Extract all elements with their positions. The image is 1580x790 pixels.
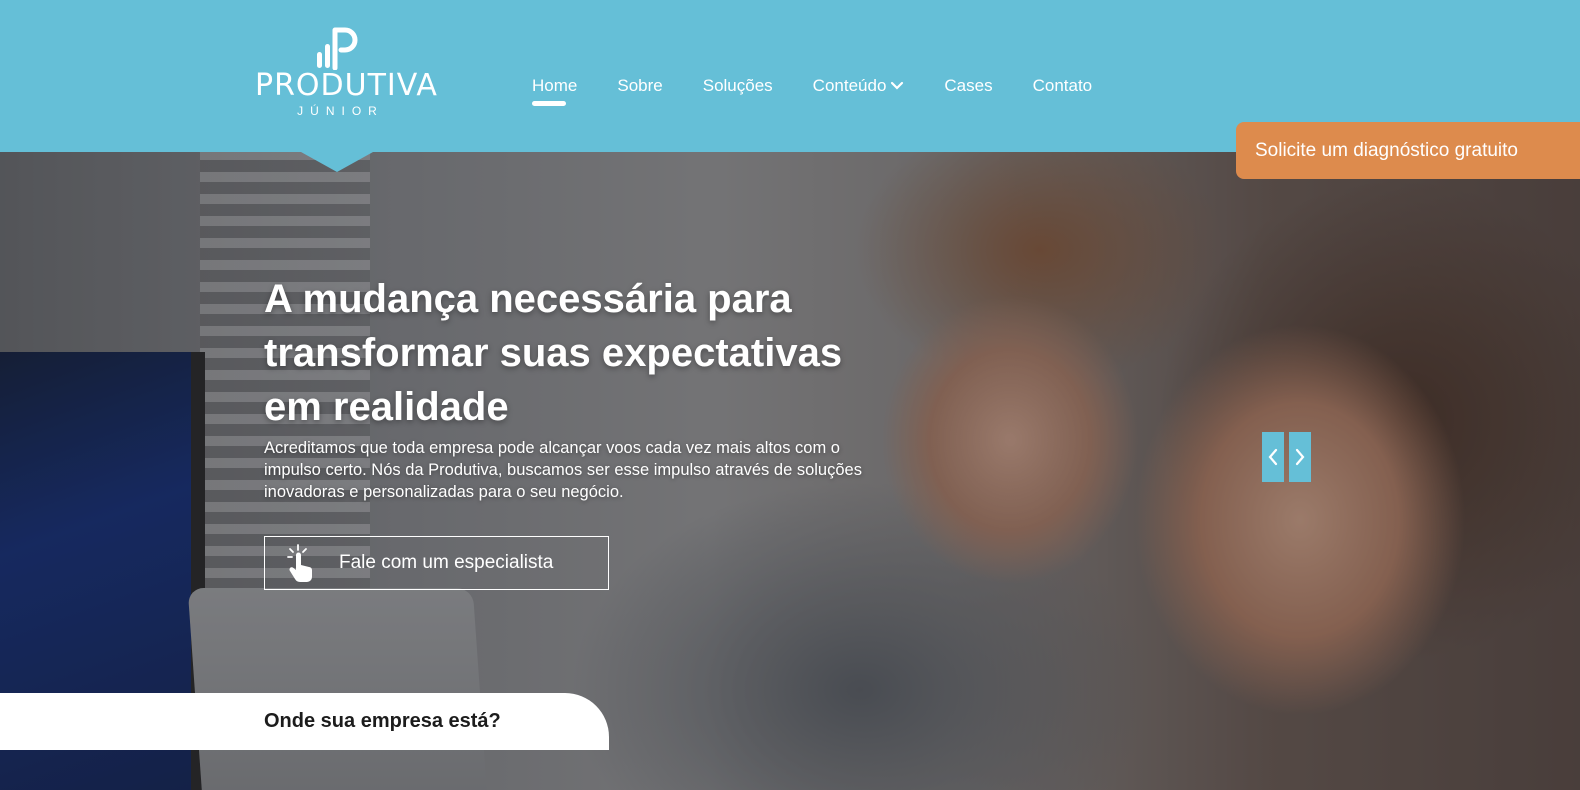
- logo-notch: [301, 152, 373, 172]
- talk-to-specialist-label: Fale com um especialista: [339, 552, 554, 573]
- logo-name: PRODUTIVA: [255, 68, 438, 103]
- slider-prev-button[interactable]: [1262, 432, 1284, 482]
- hero-title: A mudança necessária para transformar su…: [264, 277, 843, 429]
- nav-contato[interactable]: Contato: [1033, 74, 1093, 98]
- nav-sobre[interactable]: Sobre: [617, 74, 662, 98]
- main-nav: Home Sobre Soluções Conteúdo Cases Conta…: [532, 74, 1132, 106]
- talk-to-specialist-button[interactable]: Fale com um especialista: [264, 536, 609, 590]
- logo-mark-icon: [316, 27, 357, 70]
- nav-conteudo-label: Conteúdo: [812, 76, 887, 95]
- logo-subtitle: JÚNIOR: [297, 104, 384, 118]
- nav-conteudo[interactable]: Conteúdo: [813, 74, 905, 98]
- nav-solucoes[interactable]: Soluções: [703, 74, 773, 98]
- hand-pointer-icon: [265, 543, 339, 583]
- where-is-your-company-label: Onde sua empresa está?: [264, 710, 501, 732]
- hero-description: Acreditamos que toda empresa pode alcanç…: [264, 439, 862, 501]
- nav-cases[interactable]: Cases: [944, 74, 992, 98]
- logo[interactable]: PRODUTIVA JÚNIOR: [255, 26, 438, 136]
- chevron-left-icon: [1268, 448, 1278, 466]
- where-is-your-company-tab: Onde sua empresa está?: [0, 693, 609, 750]
- nav-home[interactable]: Home: [532, 74, 577, 106]
- chevron-right-icon: [1295, 448, 1305, 466]
- slider-next-button[interactable]: [1289, 432, 1311, 482]
- chevron-down-icon: [891, 81, 904, 90]
- diagnostic-cta-button[interactable]: Solicite um diagnóstico gratuito: [1236, 122, 1580, 179]
